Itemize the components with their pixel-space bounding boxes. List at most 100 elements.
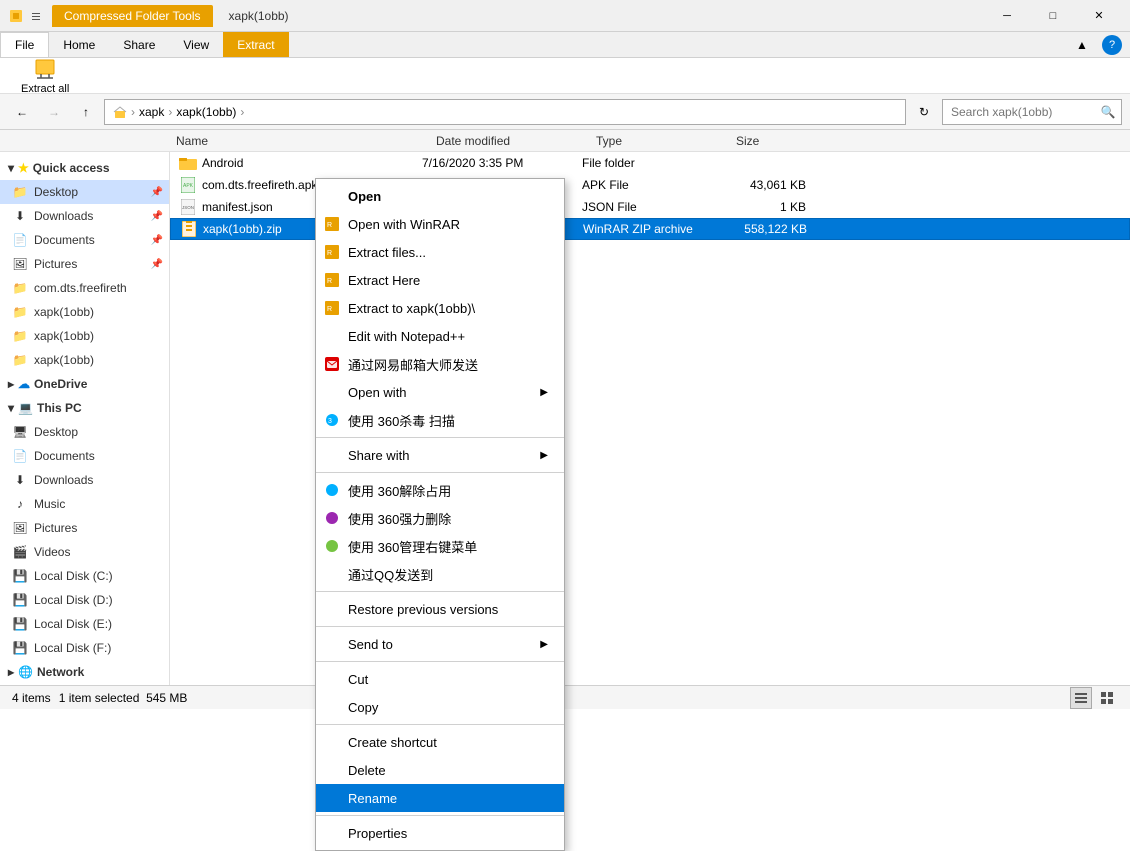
videos-icon: 🎬 — [12, 544, 28, 560]
path-xapk[interactable]: xapk — [139, 105, 164, 119]
network-header[interactable]: ▸ 🌐 Network — [0, 660, 169, 684]
cm-360-manage[interactable]: 使用 360管理右键菜单 — [316, 532, 564, 560]
cm-open[interactable]: Open — [316, 182, 564, 210]
col-header-date[interactable]: Date modified — [428, 134, 588, 148]
sidebar-item-com-qa[interactable]: 📁 com.dts.freefireth — [0, 276, 169, 300]
sidebar-item-diskd[interactable]: 💾 Local Disk (D:) — [0, 588, 169, 612]
file-row-zip[interactable]: xapk(1obb).zip WinRAR ZIP archive 558,12… — [170, 218, 1130, 240]
forward-button[interactable]: → — [40, 98, 68, 126]
maximize-button[interactable]: □ — [1030, 0, 1076, 32]
cm-share-with[interactable]: Share with ▶ — [316, 441, 564, 469]
sidebar-item-downloads-qa[interactable]: ⬇ Downloads 📌 — [0, 204, 169, 228]
cm-create-shortcut[interactable]: Create shortcut — [316, 728, 564, 756]
tab-share[interactable]: Share — [109, 32, 169, 57]
cm-delete[interactable]: Delete — [316, 756, 564, 784]
cm-netease[interactable]: 通过网易邮箱大师发送 — [316, 350, 564, 378]
sidebar-item-xapk1-qa[interactable]: 📁 xapk(1obb) — [0, 300, 169, 324]
cm-separator-6 — [316, 724, 564, 725]
file-size: 1 KB — [722, 200, 822, 214]
quick-access-header[interactable]: ▾ ★ Quick access — [0, 156, 169, 180]
tab-view[interactable]: View — [169, 32, 223, 57]
svg-text:R: R — [327, 306, 332, 313]
address-path[interactable]: › xapk › xapk(1obb) › — [104, 99, 906, 125]
cm-copy[interactable]: Copy — [316, 693, 564, 721]
back-button[interactable]: ← — [8, 98, 36, 126]
cm-notepadpp[interactable]: Edit with Notepad++ — [316, 322, 564, 350]
quick-access-toolbar-icon — [28, 8, 44, 24]
cm-delete-label: Delete — [348, 763, 386, 778]
cm-qq-send-label: 通过QQ发送到 — [348, 565, 433, 584]
refresh-button[interactable]: ↻ — [910, 98, 938, 126]
chevron-right-icon: ▸ — [8, 377, 14, 391]
cm-extract-files[interactable]: R Extract files... — [316, 238, 564, 266]
sidebar-label: com.dts.freefireth — [34, 281, 127, 295]
cm-extract-to[interactable]: R Extract to xapk(1obb)\ — [316, 294, 564, 322]
sidebar-item-diske[interactable]: 💾 Local Disk (E:) — [0, 612, 169, 636]
cm-rename[interactable]: Rename — [316, 784, 564, 812]
cm-qq-send[interactable]: 通过QQ发送到 — [316, 560, 564, 588]
cm-copy-label: Copy — [348, 700, 378, 715]
sidebar-label: Pictures — [34, 257, 77, 271]
extract-all-button[interactable]: Extract all — [12, 52, 78, 100]
cm-restore[interactable]: Restore previous versions — [316, 595, 564, 623]
cm-360-delete-label: 使用 360强力删除 — [348, 509, 451, 528]
sidebar-item-videos-pc[interactable]: 🎬 Videos — [0, 540, 169, 564]
file-row-json[interactable]: JSON manifest.json 7/15/2020 5:58 PM JSO… — [170, 196, 1130, 218]
cm-360-scan[interactable]: 3 使用 360杀毒 扫描 — [316, 406, 564, 434]
disk-icon: 💾 — [12, 640, 28, 656]
cm-360-manage-label: 使用 360管理右键菜单 — [348, 537, 477, 556]
sidebar-label: Local Disk (E:) — [34, 617, 112, 631]
documents-icon: 📄 — [12, 232, 28, 248]
sidebar-item-pictures-qa[interactable]: 🖼 Pictures 📌 — [0, 252, 169, 276]
close-button[interactable]: ✕ — [1076, 0, 1122, 32]
sidebar-item-documents-pc[interactable]: 📄 Documents — [0, 444, 169, 468]
sidebar-item-xapk2-qa[interactable]: 📁 xapk(1obb) — [0, 324, 169, 348]
svg-text:APK: APK — [183, 183, 194, 189]
file-row-android[interactable]: Android 7/16/2020 3:35 PM File folder — [170, 152, 1130, 174]
cm-360-delete[interactable]: 使用 360强力删除 — [316, 504, 564, 532]
col-header-type[interactable]: Type — [588, 134, 728, 148]
up-button[interactable]: ↑ — [72, 98, 100, 126]
col-header-name[interactable]: Name — [168, 134, 428, 148]
svg-text:R: R — [327, 222, 332, 229]
folder-icon: 🖥 — [12, 424, 28, 440]
sidebar-item-desktop-pc[interactable]: 🖥 Desktop — [0, 420, 169, 444]
sidebar-item-music-pc[interactable]: ♪ Music — [0, 492, 169, 516]
details-view-button[interactable] — [1070, 687, 1092, 709]
tab-extract[interactable]: Extract — [223, 32, 288, 57]
cm-extract-here[interactable]: R Extract Here — [316, 266, 564, 294]
file-type: APK File — [582, 178, 722, 192]
onedrive-header[interactable]: ▸ ☁ OneDrive — [0, 372, 169, 396]
path-xapk1obb[interactable]: xapk(1obb) — [176, 105, 236, 119]
onedrive-icon: ☁ — [18, 377, 30, 391]
file-row-apk[interactable]: APK com.dts.freefireth.apk 7/13/2020 11:… — [170, 174, 1130, 196]
cm-rename-label: Rename — [348, 791, 397, 806]
cm-360-release[interactable]: 使用 360解除占用 — [316, 476, 564, 504]
thispc-icon: 💻 — [18, 401, 33, 415]
ribbon-collapse-button[interactable]: ▲ — [1070, 33, 1094, 57]
cm-cut[interactable]: Cut — [316, 665, 564, 693]
help-button[interactable]: ? — [1102, 35, 1122, 55]
sidebar-item-pictures-pc[interactable]: 🖼 Pictures — [0, 516, 169, 540]
col-header-size[interactable]: Size — [728, 134, 828, 148]
sidebar-item-xapk3-qa[interactable]: 📁 xapk(1obb) — [0, 348, 169, 372]
minimize-button[interactable]: ─ — [984, 0, 1030, 32]
sidebar-item-documents-qa[interactable]: 📄 Documents 📌 — [0, 228, 169, 252]
cm-open-winrar[interactable]: R Open with WinRAR — [316, 210, 564, 238]
360-manage-icon — [322, 536, 342, 556]
cm-send-to[interactable]: Send to ▶ — [316, 630, 564, 658]
compressed-folder-tools-tab[interactable]: Compressed Folder Tools — [52, 5, 213, 27]
cm-netease-label: 通过网易邮箱大师发送 — [348, 355, 478, 374]
sidebar-item-diskc[interactable]: 💾 Local Disk (C:) — [0, 564, 169, 588]
search-button[interactable]: 🔍 — [1098, 102, 1118, 122]
cm-properties[interactable]: Properties — [316, 819, 564, 847]
tiles-view-button[interactable] — [1096, 687, 1118, 709]
item-count: 4 items — [12, 691, 51, 705]
search-input[interactable] — [942, 99, 1122, 125]
sidebar-item-diskf[interactable]: 💾 Local Disk (F:) — [0, 636, 169, 660]
sidebar-item-downloads-pc[interactable]: ⬇ Downloads — [0, 468, 169, 492]
cm-open-with[interactable]: Open with ▶ — [316, 378, 564, 406]
sidebar-item-desktop-qa[interactable]: 📁 Desktop 📌 — [0, 180, 169, 204]
sidebar-label: xapk(1obb) — [34, 353, 94, 367]
thispc-header[interactable]: ▾ 💻 This PC — [0, 396, 169, 420]
